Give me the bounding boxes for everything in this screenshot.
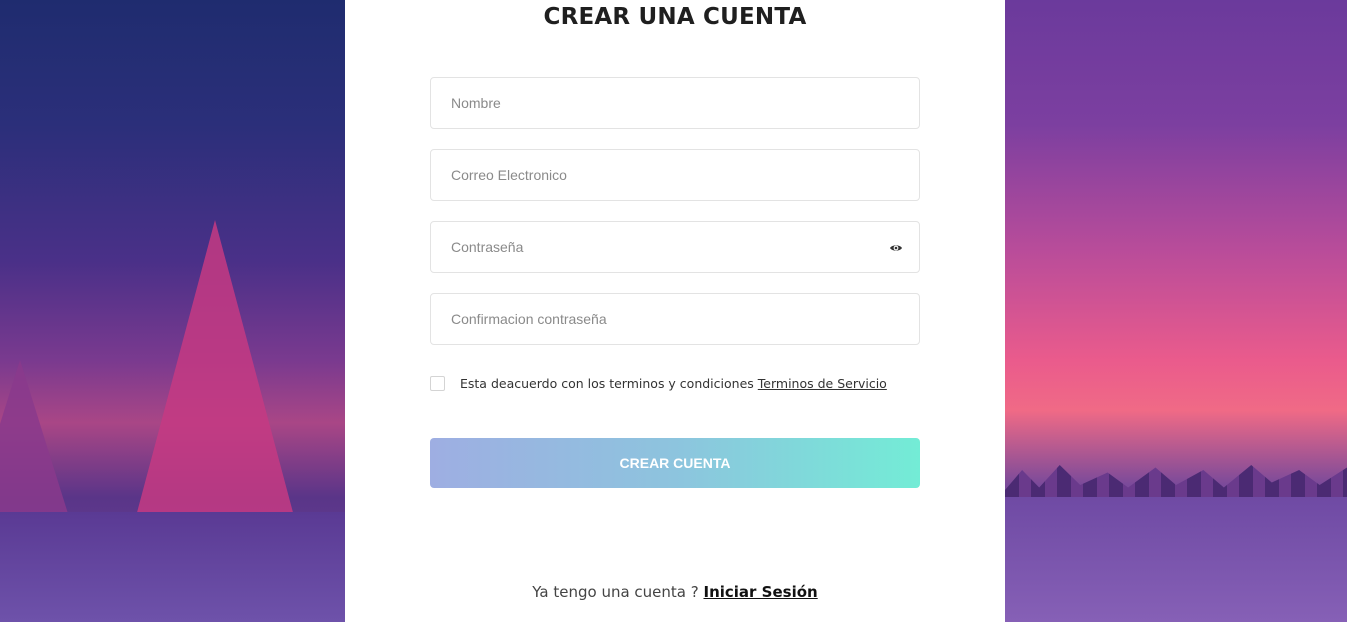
snow-ground-left — [0, 512, 345, 622]
name-input[interactable] — [431, 78, 919, 128]
eye-icon[interactable] — [889, 241, 903, 255]
confirm-password-field-wrapper — [430, 293, 920, 345]
email-field-wrapper — [430, 149, 920, 201]
create-account-button[interactable]: CREAR CUENTA — [430, 438, 920, 488]
signin-row: Ya tengo una cuenta ? Iniciar Sesión — [345, 583, 1005, 601]
password-field-wrapper — [430, 221, 920, 273]
snow-ground-right — [1005, 497, 1347, 622]
snow-tree-left — [135, 220, 295, 520]
password-input[interactable] — [431, 222, 919, 272]
signup-card: CREAR UNA CUENTA Esta deacuerdo con los … — [345, 0, 1005, 622]
confirm-password-input[interactable] — [431, 294, 919, 344]
terms-label: Esta deacuerdo con los terminos y condic… — [460, 375, 754, 391]
email-input[interactable] — [431, 150, 919, 200]
snow-tree-left-small — [0, 360, 70, 520]
page-title: CREAR UNA CUENTA — [543, 4, 807, 30]
terms-checkbox[interactable] — [430, 375, 445, 391]
name-field-wrapper — [430, 77, 920, 129]
signin-prompt: Ya tengo una cuenta ? — [532, 583, 699, 601]
terms-of-service-link[interactable]: Terminos de Servicio — [758, 376, 887, 391]
signin-link[interactable]: Iniciar Sesión — [703, 583, 817, 601]
terms-row: Esta deacuerdo con los terminos y condic… — [430, 374, 887, 392]
